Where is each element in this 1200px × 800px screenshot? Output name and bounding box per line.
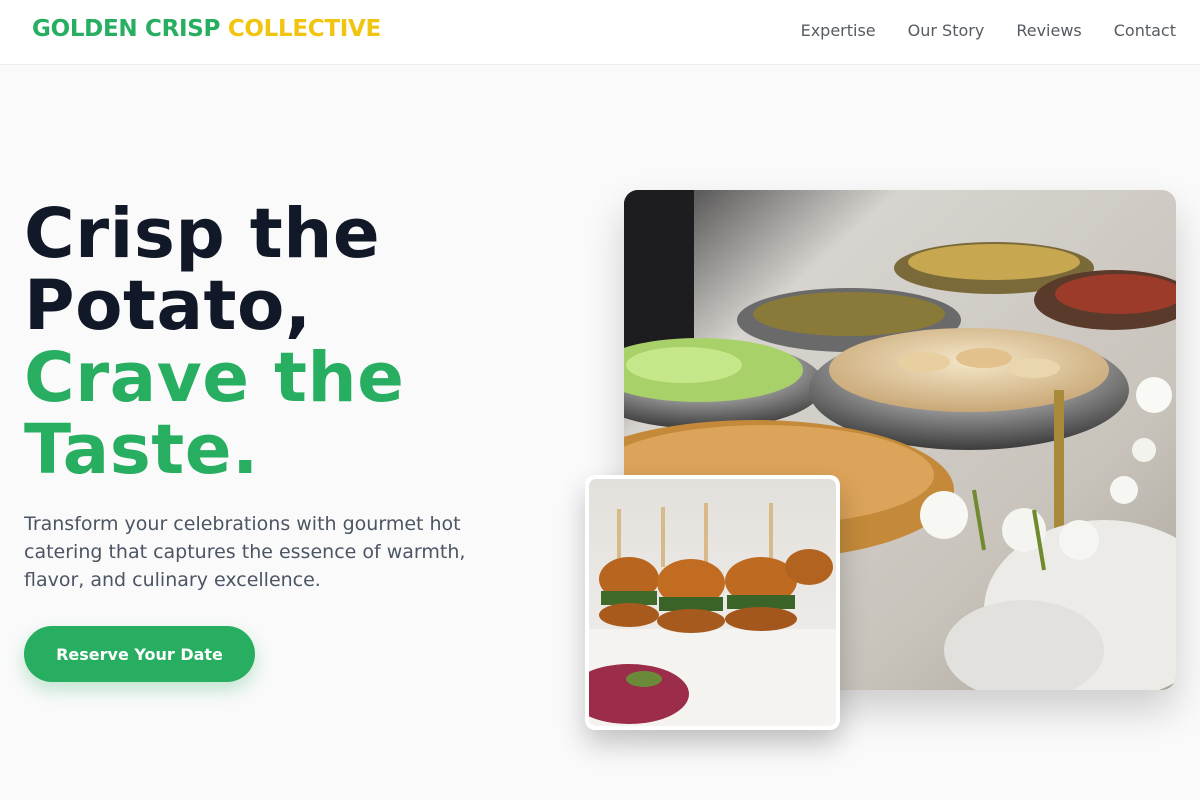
hero-headline-line4: Taste. [24, 410, 259, 490]
top-navbar: GOLDEN CRISP COLLECTIVE Expertise Our St… [0, 0, 1200, 65]
nav-link-reviews[interactable]: Reviews [1016, 21, 1081, 41]
nav-link-our-story[interactable]: Our Story [908, 21, 985, 41]
hero-headline-line2: Potato, [24, 266, 312, 346]
main-nav: Expertise Our Story Reviews Contact [801, 21, 1176, 41]
hero-headline: Crisp the Potato, Crave the Taste. [24, 198, 404, 486]
brand-logo-part2: COLLECTIVE [227, 16, 381, 42]
nav-link-contact[interactable]: Contact [1114, 21, 1176, 41]
hero-headline-line1: Crisp the [24, 194, 381, 274]
hero-headline-line3: Crave the [24, 338, 405, 418]
brand-logo-part1: GOLDEN CRISP [32, 16, 221, 42]
nav-link-expertise[interactable]: Expertise [801, 21, 876, 41]
hero-subtitle: Transform your celebrations with gourmet… [24, 513, 466, 591]
brand-logo[interactable]: GOLDEN CRISP COLLECTIVE [32, 16, 381, 42]
reserve-date-button[interactable]: Reserve Your Date [24, 626, 255, 682]
sliders-thumbnail-image [585, 475, 840, 730]
